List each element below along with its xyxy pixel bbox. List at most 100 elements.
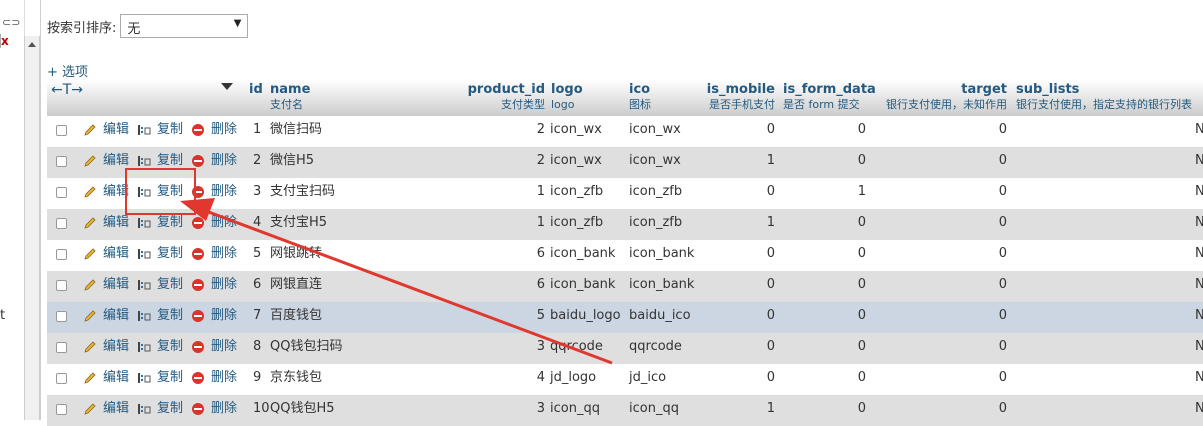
cell-product-id: 1: [536, 215, 545, 230]
copy-icon[interactable]: [137, 372, 151, 384]
edit-link[interactable]: 编辑: [103, 271, 129, 299]
row-checkbox[interactable]: [56, 249, 67, 260]
copy-link[interactable]: 复制: [157, 364, 183, 392]
delete-icon[interactable]: [192, 310, 204, 322]
column-resize-icon[interactable]: ←T→: [51, 82, 83, 98]
pencil-icon[interactable]: [83, 310, 97, 322]
cell-ico: baidu_ico: [629, 308, 691, 323]
table-row[interactable]: 编辑 复制 删除 6 网银直连 6 icon_bank icon_bank 0 0 0 N: [47, 271, 1203, 302]
copy-link[interactable]: 复制: [157, 302, 183, 330]
delete-icon[interactable]: [192, 341, 204, 353]
header-is-mobile[interactable]: is_mobile 是否手机支付: [707, 82, 775, 112]
delete-link[interactable]: 删除: [211, 271, 237, 299]
header-product-id[interactable]: product_id 支付类型: [468, 82, 545, 112]
delete-link[interactable]: 删除: [211, 147, 237, 175]
header-sub-lists[interactable]: sub_lists 银行支付使用，指定支持的银行列表: [1016, 82, 1192, 112]
edit-link[interactable]: 编辑: [103, 302, 129, 330]
delete-link[interactable]: 删除: [211, 240, 237, 268]
row-checkbox[interactable]: [56, 280, 67, 291]
table-row[interactable]: 编辑 复制 删除 7 百度钱包 5 baidu_logo baidu_ico 0 0 0 N: [47, 302, 1203, 333]
pencil-icon[interactable]: [83, 217, 97, 229]
row-checkbox[interactable]: [56, 156, 67, 167]
pencil-icon[interactable]: [83, 155, 97, 167]
copy-icon[interactable]: [137, 341, 151, 353]
sort-triangle-icon[interactable]: [221, 83, 233, 90]
delete-link[interactable]: 删除: [211, 364, 237, 392]
table-row[interactable]: 编辑 复制 删除 9 京东钱包 4 jd_logo jd_ico 0 0 0 N: [47, 364, 1203, 395]
pencil-icon[interactable]: [83, 248, 97, 260]
copy-link[interactable]: 复制: [157, 271, 183, 299]
copy-icon[interactable]: [137, 403, 151, 415]
delete-icon[interactable]: [192, 217, 204, 229]
copy-icon[interactable]: [137, 217, 151, 229]
table-row[interactable]: 编辑 复制 删除 8 QQ钱包扫码 3 qqrcode qqrcode 0 0 0 N: [47, 333, 1203, 364]
copy-link[interactable]: 复制: [157, 395, 183, 423]
delete-link[interactable]: 删除: [211, 333, 237, 361]
header-is-form-data[interactable]: is_form_data 是否 form 提交: [783, 82, 876, 112]
delete-link[interactable]: 删除: [211, 178, 237, 206]
row-checkbox[interactable]: [56, 373, 67, 384]
edit-link[interactable]: 编辑: [103, 395, 129, 423]
cell-id: 9: [253, 370, 262, 385]
copy-link[interactable]: 复制: [157, 240, 183, 268]
row-checkbox[interactable]: [56, 125, 67, 136]
delete-icon[interactable]: [192, 248, 204, 260]
table-row[interactable]: 编辑 复制 删除 3 支付宝扫码 1 icon_zfb icon_zfb 0 1 0 N: [47, 178, 1203, 209]
copy-icon[interactable]: [137, 310, 151, 322]
cell-logo: icon_wx: [550, 122, 602, 137]
edit-link[interactable]: 编辑: [103, 116, 129, 144]
options-link[interactable]: + 选项: [47, 61, 88, 80]
delete-link[interactable]: 删除: [211, 209, 237, 237]
copy-icon[interactable]: [137, 155, 151, 167]
pencil-icon[interactable]: [83, 279, 97, 291]
edit-link[interactable]: 编辑: [103, 364, 129, 392]
row-checkbox[interactable]: [56, 404, 67, 415]
row-checkbox[interactable]: [56, 342, 67, 353]
delete-link[interactable]: 删除: [211, 116, 237, 144]
delete-icon[interactable]: [192, 155, 204, 167]
cell-target: 0: [998, 184, 1007, 199]
edit-link[interactable]: 编辑: [103, 333, 129, 361]
pencil-icon[interactable]: [83, 372, 97, 384]
pencil-icon[interactable]: [83, 124, 97, 136]
header-logo[interactable]: logo logo: [551, 82, 583, 112]
table-row[interactable]: 编辑 复制 删除 4 支付宝H5 1 icon_zfb icon_zfb 1 0 0 N: [47, 209, 1203, 240]
left-panel: ⊂⊃ x t: [0, 0, 25, 420]
pencil-icon[interactable]: [83, 341, 97, 353]
table-row[interactable]: 编辑 复制 删除 1 微信扫码 2 icon_wx icon_wx 0 0 0 N: [47, 116, 1203, 147]
edit-link[interactable]: 编辑: [103, 240, 129, 268]
cell-sub-lists: N: [1195, 215, 1203, 230]
pencil-icon[interactable]: [83, 186, 97, 198]
sort-select[interactable]: 无 ▼: [120, 14, 249, 38]
header-target[interactable]: target 银行支付使用，未知作用: [886, 82, 1007, 112]
delete-icon[interactable]: [192, 403, 204, 415]
header-name[interactable]: name 支付名: [270, 82, 310, 112]
row-checkbox[interactable]: [56, 218, 67, 229]
table-row[interactable]: 编辑 复制 删除 2 微信H5 2 icon_wx icon_wx 1 0 0 N: [47, 147, 1203, 178]
scrollbar[interactable]: [24, 36, 40, 420]
copy-icon[interactable]: [137, 279, 151, 291]
sort-by-index: 按索引排序: 无 ▼: [47, 14, 249, 38]
scroll-up-icon[interactable]: [28, 42, 36, 47]
row-checkbox[interactable]: [56, 187, 67, 198]
copy-icon[interactable]: [137, 248, 151, 260]
cell-is-form-data: 0: [857, 277, 866, 292]
delete-icon[interactable]: [192, 279, 204, 291]
delete-link[interactable]: 删除: [211, 302, 237, 330]
copy-icon[interactable]: [137, 124, 151, 136]
header-id[interactable]: id: [249, 82, 263, 97]
cell-id: 8: [253, 339, 262, 354]
header-ico[interactable]: ico 图标: [629, 82, 651, 112]
link-icon[interactable]: ⊂⊃: [2, 16, 20, 29]
delete-icon[interactable]: [192, 124, 204, 136]
delete-link[interactable]: 删除: [211, 395, 237, 423]
pencil-icon[interactable]: [83, 403, 97, 415]
delete-icon[interactable]: [192, 372, 204, 384]
table-row[interactable]: 编辑 复制 删除 5 网银跳转 6 icon_bank icon_bank 0 0 0 N: [47, 240, 1203, 271]
close-icon[interactable]: x: [0, 34, 11, 48]
row-checkbox[interactable]: [56, 311, 67, 322]
copy-link[interactable]: 复制: [157, 116, 183, 144]
cell-target: 0: [998, 370, 1007, 385]
copy-link[interactable]: 复制: [157, 333, 183, 361]
table-row[interactable]: 编辑 复制 删除 10 QQ钱包H5 3 icon_qq icon_qq 1 0 0 N: [47, 395, 1203, 426]
